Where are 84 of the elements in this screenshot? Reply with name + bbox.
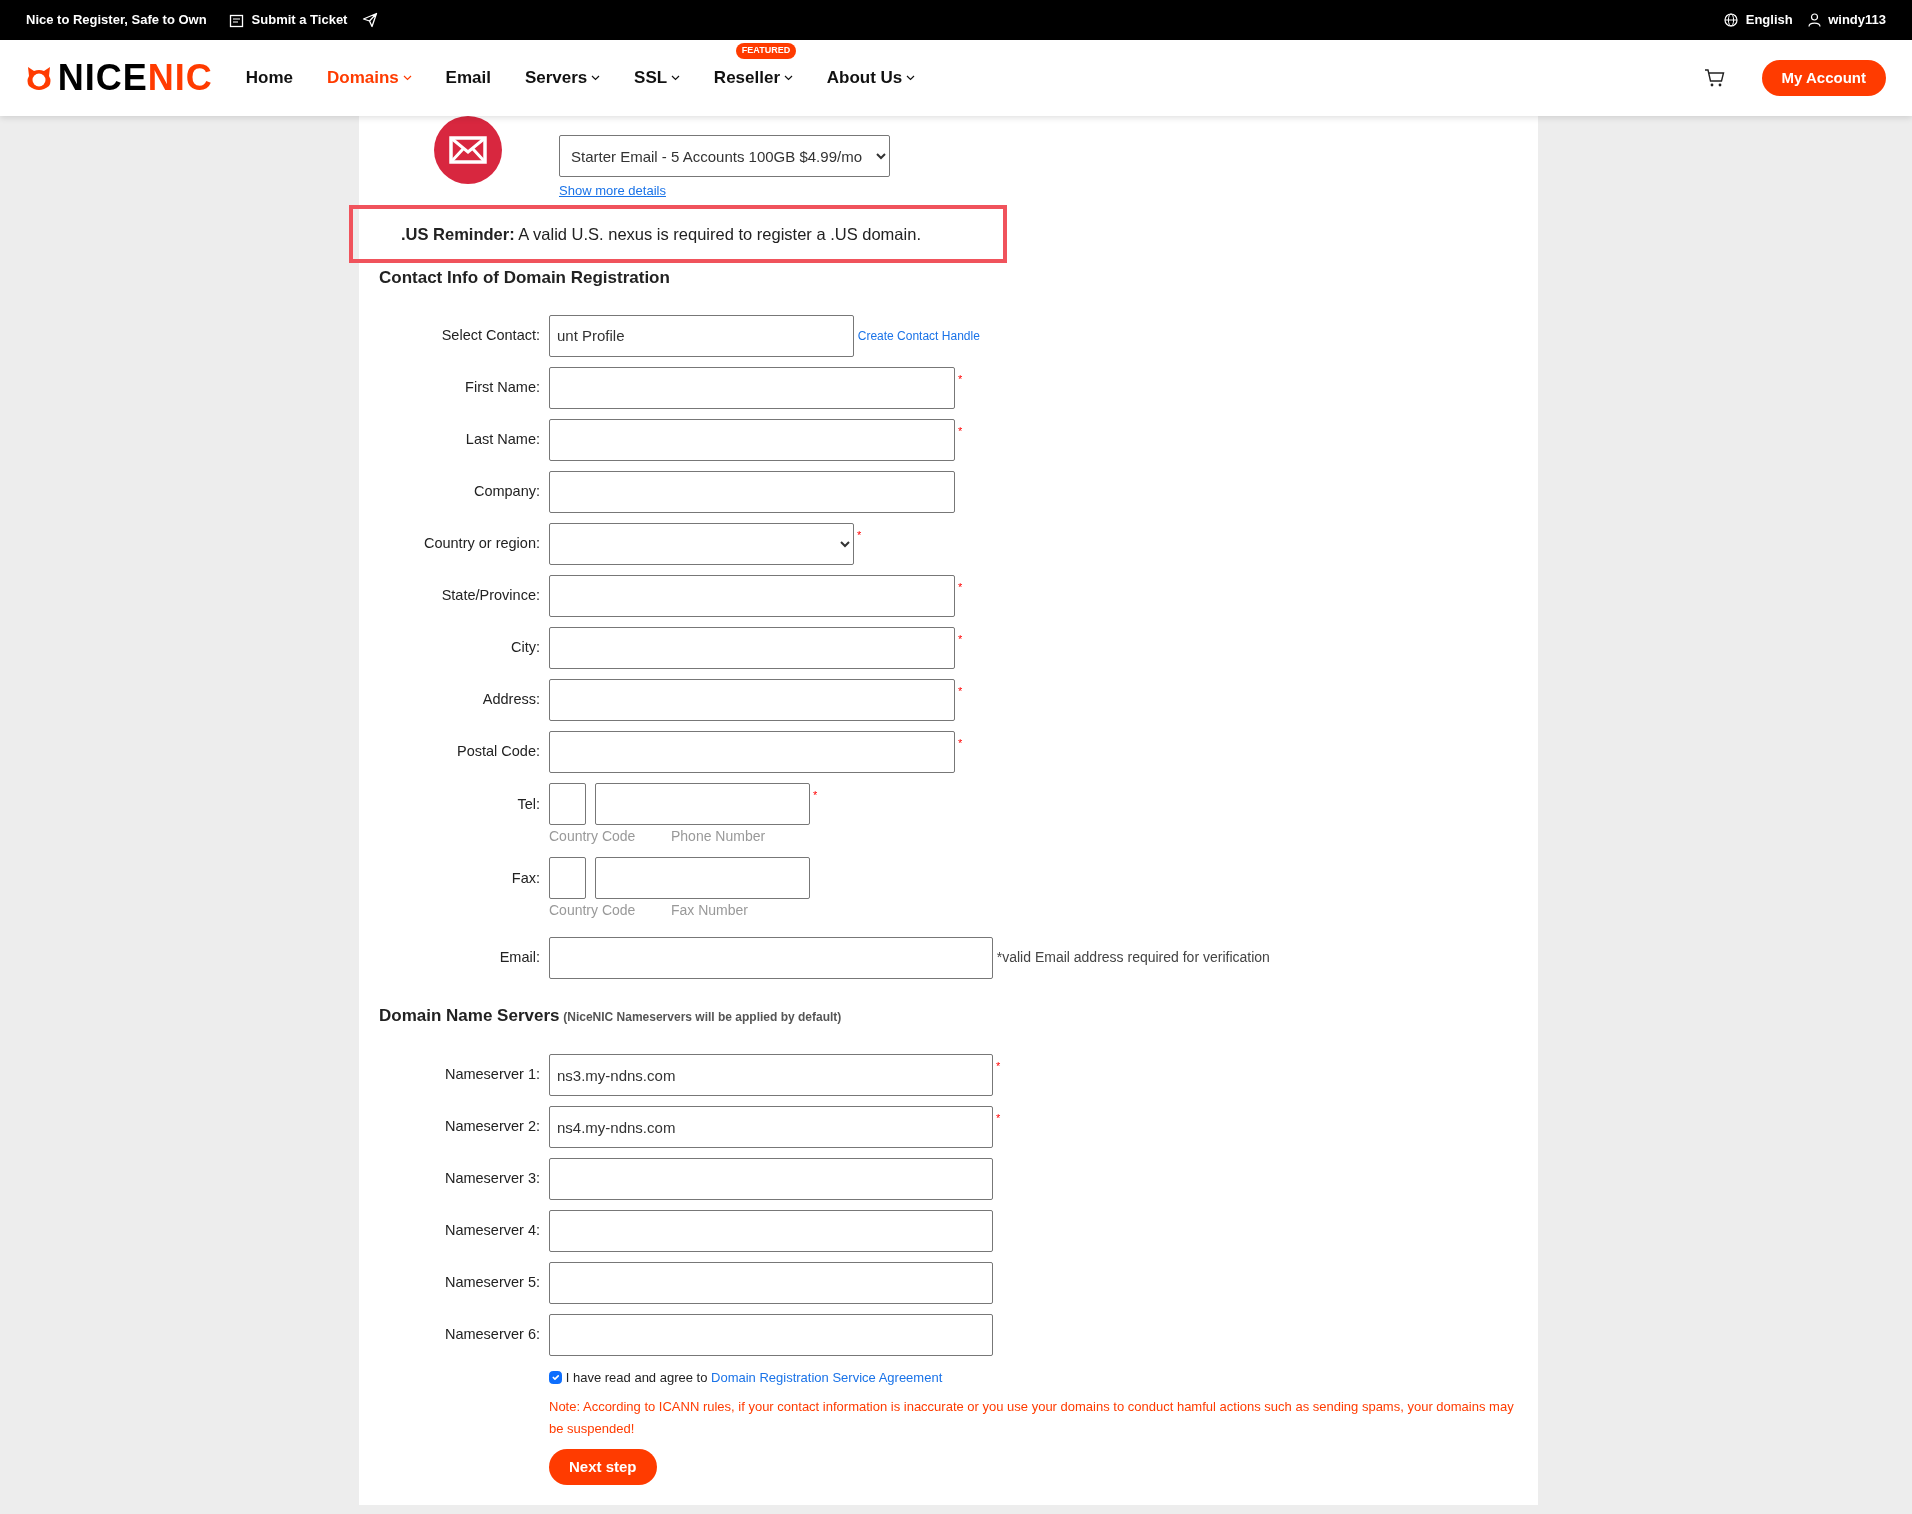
text-field[interactable] <box>549 574 955 617</box>
text-field[interactable] <box>549 470 955 513</box>
warning-note: Note: According to ICANN rules, if your contact information is inaccurate or you use your domains to conduct hamful actions such as sending spams, your domains may be suspended! <box>549 1397 1515 1438</box>
field-hint: Country Code <box>549 900 637 920</box>
field-label: Select Contact: <box>440 325 541 345</box>
number-field[interactable] <box>595 782 810 825</box>
field-label: Nameserver 2: <box>443 1117 541 1137</box>
field-label: City: <box>510 637 541 657</box>
contact-field[interactable]: unt Profile <box>549 314 854 357</box>
required-asterisk: * <box>958 371 963 387</box>
required-asterisk: * <box>996 1111 1001 1126</box>
required-asterisk: * <box>958 735 963 751</box>
language-link[interactable]: English <box>1724 10 1793 30</box>
field-hint: Phone Number <box>671 826 766 846</box>
field-label: Postal Code: <box>455 741 541 761</box>
next-step-button[interactable]: Next step <box>549 1448 657 1485</box>
ticket-icon <box>229 12 245 28</box>
tagline: Nice to Register, Safe to Own <box>26 11 207 30</box>
field-label: State/Province: <box>440 585 541 605</box>
agree-checkbox[interactable] <box>549 1371 562 1385</box>
email-plan-select[interactable]: Starter Email - 5 Accounts 100GB $4.99/mo <box>559 135 890 177</box>
cart-icon[interactable] <box>1703 68 1726 88</box>
nav-link[interactable]: Reseller <box>713 65 793 91</box>
nameserver-field[interactable] <box>549 1314 993 1356</box>
field-label: Country or region: <box>422 533 541 553</box>
submit-ticket-link[interactable]: Submit a Ticket <box>229 10 348 30</box>
my-account-button[interactable]: My Account <box>1761 59 1886 97</box>
agreement-text: I have read and agree to Domain Registration Service Agreement <box>565 1369 943 1387</box>
nav-link[interactable]: Servers <box>524 65 601 91</box>
field-label: Email: <box>498 947 541 967</box>
nav-link[interactable]: About Us <box>826 65 916 91</box>
country-code-field[interactable] <box>549 856 586 899</box>
text-field[interactable] <box>549 366 955 409</box>
section-title: Domain Name Servers <box>379 1004 560 1027</box>
text-field[interactable] <box>549 626 955 669</box>
nameserver-field[interactable] <box>549 1210 993 1252</box>
required-asterisk: * <box>958 683 963 699</box>
site-logo[interactable]: NICENIC <box>24 60 213 96</box>
email-note: *valid Email address required for verification <box>996 948 1270 967</box>
field-label: Nameserver 4: <box>443 1221 541 1241</box>
field-label: First Name: <box>464 377 541 397</box>
field-label: Nameserver 6: <box>443 1325 541 1345</box>
text-field[interactable] <box>549 418 955 461</box>
agreement-link[interactable]: Domain Registration Service Agreement <box>711 1370 943 1385</box>
text-field[interactable] <box>549 730 955 773</box>
required-asterisk: * <box>996 1059 1001 1074</box>
globe-icon <box>1724 13 1739 27</box>
nav-link[interactable]: Email <box>445 65 491 91</box>
create-contact-link[interactable]: Create Contact Handle <box>857 326 980 345</box>
field-label: Nameserver 5: <box>443 1273 541 1293</box>
user-link[interactable]: windy113 <box>1807 10 1886 30</box>
field-label: Fax: <box>510 868 541 888</box>
user-icon <box>1807 13 1821 27</box>
field-label: Nameserver 1: <box>443 1065 541 1085</box>
required-asterisk: * <box>958 631 963 647</box>
text-field[interactable] <box>549 678 955 721</box>
required-asterisk: * <box>813 787 818 803</box>
required-asterisk: * <box>958 579 963 595</box>
field-label: Last Name: <box>464 429 541 449</box>
email-field[interactable] <box>549 936 993 979</box>
number-field[interactable] <box>595 856 810 899</box>
field-hint: Fax Number <box>671 900 749 920</box>
nav-link[interactable]: Domains <box>327 65 412 91</box>
nav-link[interactable]: Home <box>245 65 293 91</box>
nameserver-field[interactable] <box>549 1158 993 1200</box>
required-asterisk: * <box>857 527 862 543</box>
required-asterisk: * <box>958 423 963 439</box>
reminder-text: .US Reminder: A valid U.S. nexus is required to register a .US domain. <box>349 205 1007 263</box>
section-subtitle: (NiceNIC Nameservers will be applied by default) <box>563 1008 842 1026</box>
nav-link[interactable]: SSL <box>634 65 680 91</box>
section-title: Contact Info of Domain Registration <box>379 267 671 289</box>
field-label: Company: <box>472 481 541 501</box>
country-code-field[interactable] <box>549 782 586 825</box>
country-select[interactable] <box>549 522 854 565</box>
field-label: Address: <box>481 689 541 709</box>
featured-badge: FEATURED <box>735 43 797 59</box>
nameserver-field[interactable] <box>549 1262 993 1304</box>
nameserver-field[interactable]: ns3.my-ndns.com <box>549 1054 993 1096</box>
show-details-link[interactable]: Show more details <box>559 180 666 201</box>
nameserver-field[interactable]: ns4.my-ndns.com <box>549 1106 993 1148</box>
field-hint: Country Code <box>549 826 637 846</box>
field-label: Tel: <box>516 794 541 814</box>
field-label: Nameserver 3: <box>443 1169 541 1189</box>
send-icon[interactable] <box>362 12 379 28</box>
